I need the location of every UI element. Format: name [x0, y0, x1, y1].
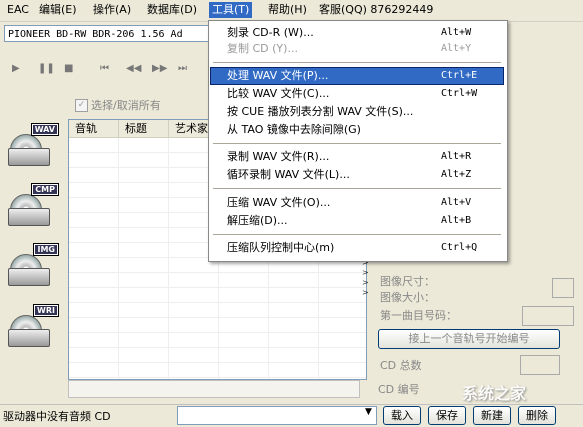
rewind-icon[interactable]: ◀◀ [126, 63, 141, 74]
watermark-logo: 系统之家 [462, 384, 527, 403]
panel-splitter[interactable]: > > > > [362, 258, 372, 298]
column-title[interactable]: 标题 [119, 120, 169, 137]
new-button[interactable]: 新建 [473, 406, 511, 425]
forward-icon[interactable]: ▶▶ [152, 63, 167, 74]
status-combo[interactable] [177, 406, 377, 425]
menu-database[interactable]: 数据库(D) [144, 2, 200, 18]
wri-badge: WRI [33, 304, 59, 317]
cd-total-input[interactable] [520, 355, 560, 375]
menu-item-compare-wav[interactable]: 比较 WAV 文件(C)... Ctrl+W [211, 86, 503, 102]
pause-icon[interactable]: ❚❚ [38, 63, 55, 74]
menu-bar: EAC 编辑(E) 操作(A) 数据库(D) 工具(T) 帮助(H) 客服(QQ… [0, 0, 583, 22]
drive-icon [8, 148, 50, 166]
menu-item-copy-cd[interactable]: 复制 CD (Y)... Alt+Y [211, 41, 503, 57]
first-track-icon[interactable]: ⏮ [100, 63, 109, 74]
menu-item-remove-tao-gaps[interactable]: 从 TAO 镜像中去除间隙(G) [211, 122, 503, 138]
menu-support[interactable]: 客服(QQ) 876292449 [316, 2, 436, 18]
menu-action[interactable]: 操作(A) [90, 2, 134, 18]
menu-item-split-wav-cue[interactable]: 按 CUE 播放列表分割 WAV 文件(S)... [211, 104, 503, 120]
menu-item-compress-wav[interactable]: 压缩 WAV 文件(O)... Alt+V [211, 195, 503, 211]
menu-edit[interactable]: 编辑(E) [36, 2, 80, 18]
cmp-badge: CMP [31, 183, 59, 196]
column-track[interactable]: 音轨 [69, 120, 119, 137]
image-button[interactable]: IMG [8, 243, 60, 294]
menu-eac[interactable]: EAC [4, 2, 32, 18]
menu-item-record-wav[interactable]: 录制 WAV 文件(R)... Alt+R [211, 149, 503, 165]
menu-tools[interactable]: 工具(T) [209, 2, 253, 18]
cd-number-label: CD 编号 [378, 383, 420, 396]
menu-item-compression-queue[interactable]: 压缩队列控制中心(m) Ctrl+Q [211, 240, 503, 256]
horizontal-scrollbar[interactable] [68, 380, 360, 398]
wav-button[interactable]: WAV [8, 123, 60, 174]
play-icon[interactable]: ▶ [12, 63, 20, 74]
menu-separator [213, 234, 501, 235]
menu-separator [213, 188, 501, 189]
load-button[interactable]: 载入 [383, 406, 421, 425]
drive-icon [8, 268, 50, 286]
menu-item-burn-cdr[interactable]: 刻录 CD-R (W)... Alt+W [211, 25, 503, 41]
last-track-icon[interactable]: ⏭ [178, 63, 187, 74]
menu-help[interactable]: 帮助(H) [265, 2, 310, 18]
menu-item-decompress[interactable]: 解压缩(D)... Alt+B [211, 213, 503, 229]
image-size2-label: 图像大小： [380, 291, 435, 304]
menu-separator [213, 143, 501, 144]
cd-total-label: CD 总数 [380, 359, 422, 372]
menu-item-process-wav[interactable]: 处理 WAV 文件(P)... Ctrl+E [210, 67, 504, 85]
img-badge: IMG [33, 243, 59, 256]
write-button[interactable]: WRI [8, 304, 60, 355]
drive-icon [8, 208, 50, 226]
wav-badge: WAV [30, 123, 60, 136]
delete-button[interactable]: 删除 [518, 406, 556, 425]
checkbox-icon: ✓ [75, 98, 88, 112]
status-text: 驱动器中没有音频 CD [3, 410, 111, 423]
stop-icon[interactable]: ■ [64, 63, 73, 74]
first-track-button[interactable]: 接上一个音轨号开始编号 [378, 329, 560, 349]
image-size-label: 图像尺寸： [380, 275, 435, 288]
drive-select[interactable]: PIONEER BD-RW BDR-206 1.56 Ad [4, 25, 214, 42]
combo-arrow-icon[interactable]: ▼ [365, 407, 372, 417]
image-size-box [552, 278, 574, 298]
select-all-label: 选择/取消所有 [91, 99, 161, 112]
compress-button[interactable]: CMP [8, 183, 60, 234]
save-button[interactable]: 保存 [428, 406, 466, 425]
menu-item-loop-record-wav[interactable]: 循环录制 WAV 文件(L)... Alt+Z [211, 167, 503, 183]
drive-icon [8, 329, 50, 347]
first-track-label: 第一曲目号码： [380, 309, 457, 322]
first-track-input[interactable] [522, 306, 574, 326]
select-all-checkbox[interactable]: ✓ 选择/取消所有 [75, 97, 161, 113]
tools-dropdown-menu: 刻录 CD-R (W)... Alt+W 复制 CD (Y)... Alt+Y 处理… [208, 20, 508, 262]
menu-separator [213, 62, 501, 63]
